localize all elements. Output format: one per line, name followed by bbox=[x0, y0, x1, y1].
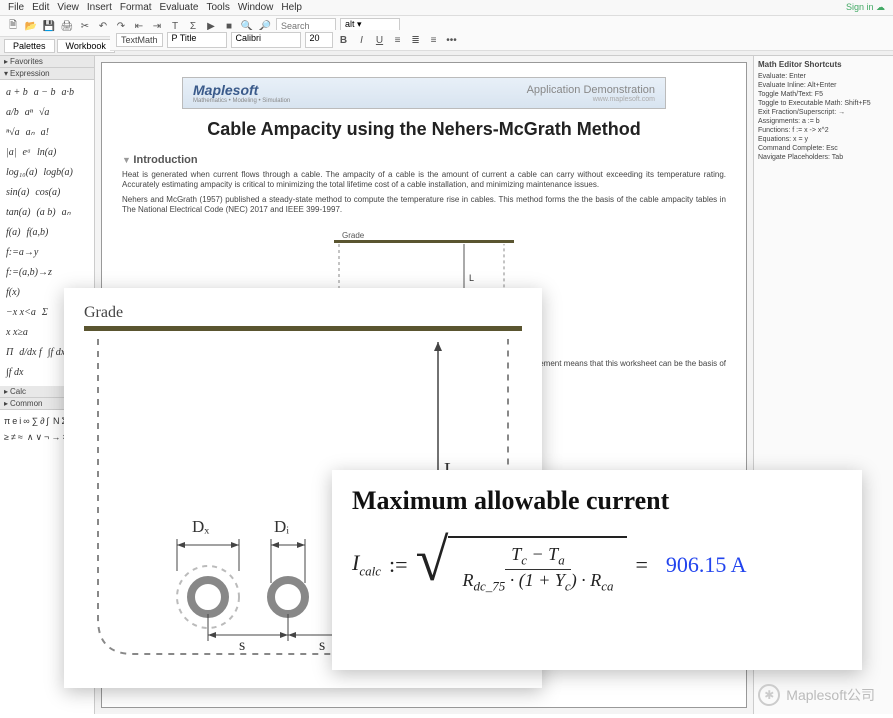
equation-title: Maximum allowable current bbox=[352, 486, 842, 516]
menu-view[interactable]: View bbox=[57, 2, 79, 13]
dim-s1-label: s bbox=[239, 637, 245, 655]
dim-Di-label: Dᵢ bbox=[274, 517, 289, 537]
new-icon[interactable]: 🗎 bbox=[6, 19, 20, 33]
pal-int1[interactable]: ∫f dx bbox=[48, 345, 65, 361]
pal-logb[interactable]: logb(a) bbox=[43, 165, 72, 181]
pal-pow[interactable]: aⁿ bbox=[25, 105, 33, 121]
shortcut-line: Toggle to Executable Math: Shift+F5 bbox=[758, 100, 889, 107]
menu-edit[interactable]: Edit bbox=[32, 2, 49, 13]
maplesoft-logo: MaplesoftMathematics • Modeling • Simula… bbox=[193, 82, 290, 104]
pal-exp[interactable]: eᵃ bbox=[23, 145, 31, 161]
pal-cos[interactable]: cos(a) bbox=[35, 185, 60, 201]
equation-body: Icalc := √ Tc − Ta Rdc_75 · (1 + Yc) · R… bbox=[352, 536, 842, 594]
paragraph-style[interactable]: P Title bbox=[167, 32, 227, 48]
menu-bar: File Edit View Insert Format Evaluate To… bbox=[0, 0, 893, 16]
pal-int2[interactable]: ∫f dx bbox=[6, 365, 23, 381]
palette-favorites-header[interactable]: ▸ Favorites bbox=[0, 56, 94, 68]
save-icon[interactable]: 💾 bbox=[42, 19, 56, 33]
bullets-icon[interactable]: ••• bbox=[445, 33, 459, 47]
pal-ln[interactable]: ln(a) bbox=[37, 145, 56, 161]
equation-zoom-panel: Maximum allowable current Icalc := √ Tc … bbox=[332, 470, 862, 670]
align-right-icon[interactable]: ≡ bbox=[427, 33, 441, 47]
pal-sin[interactable]: sin(a) bbox=[6, 185, 29, 201]
pal-nroot[interactable]: ⁿ√a bbox=[6, 125, 20, 141]
shortcut-line: Toggle Math/Text: F5 bbox=[758, 91, 889, 98]
pal-fa[interactable]: f(a) bbox=[6, 225, 20, 241]
font-select[interactable]: Calibri bbox=[231, 32, 301, 48]
menu-help[interactable]: Help bbox=[281, 2, 302, 13]
pal-piece1[interactable]: −x x<a bbox=[6, 305, 36, 321]
align-left-icon[interactable]: ≡ bbox=[391, 33, 405, 47]
align-center-icon[interactable]: ≣ bbox=[409, 33, 423, 47]
italic-icon[interactable]: I bbox=[355, 33, 369, 47]
application-banner: MaplesoftMathematics • Modeling • Simula… bbox=[182, 77, 666, 109]
menu-evaluate[interactable]: Evaluate bbox=[160, 2, 199, 13]
tab-palettes[interactable]: Palettes bbox=[4, 39, 55, 53]
menu-insert[interactable]: Insert bbox=[87, 2, 112, 13]
pal-prod[interactable]: Π bbox=[6, 345, 13, 361]
pal-fab[interactable]: f(a,b) bbox=[26, 225, 48, 241]
pal-piece2[interactable]: x x≥a bbox=[6, 325, 28, 341]
pal-fx[interactable]: f(x) bbox=[6, 285, 20, 301]
menu-format[interactable]: Format bbox=[120, 2, 152, 13]
pal-log10[interactable]: log₁₀(a) bbox=[6, 165, 37, 181]
shortcut-line: Evaluate: Enter bbox=[758, 73, 889, 80]
pal-sub[interactable]: a − b bbox=[34, 85, 56, 101]
underline-icon[interactable]: U bbox=[373, 33, 387, 47]
signin-link[interactable]: Sign in ☁ bbox=[846, 2, 885, 13]
shortcut-line: Equations: x = y bbox=[758, 136, 889, 143]
dim-Dx-label: Dₓ bbox=[192, 517, 209, 537]
shortcut-line: Navigate Placeholders: Tab bbox=[758, 154, 889, 161]
intro-paragraph-2: Nehers and McGrath (1957) published a st… bbox=[122, 195, 726, 216]
pal-fact[interactable]: a! bbox=[41, 125, 49, 141]
pal-tan[interactable]: tan(a) bbox=[6, 205, 30, 221]
pal-fdef2[interactable]: f:=(a,b)→z bbox=[6, 265, 52, 281]
shortcut-line: Functions: f := x -> x^2 bbox=[758, 127, 889, 134]
shortcuts-title: Math Editor Shortcuts bbox=[758, 60, 889, 69]
mode-toggle[interactable]: TextMath bbox=[116, 33, 163, 47]
pal-fdef1[interactable]: f:=a→y bbox=[6, 245, 38, 261]
tab-workbook[interactable]: Workbook bbox=[57, 39, 115, 53]
banner-title: Application Demonstration bbox=[527, 84, 655, 96]
watermark-text: Maplesoft公司 bbox=[786, 685, 875, 705]
pal-add[interactable]: a + b bbox=[6, 85, 28, 101]
document-title: Cable Ampacity using the Nehers-McGrath … bbox=[122, 119, 726, 140]
pal-deriv[interactable]: d/dx f bbox=[19, 345, 42, 361]
dim-s2-label: s bbox=[319, 637, 325, 655]
shortcut-line: Assignments: a := b bbox=[758, 118, 889, 125]
shortcut-line: Evaluate Inline: Alt+Enter bbox=[758, 82, 889, 89]
pal-abs[interactable]: |a| bbox=[6, 145, 17, 161]
grade-label: Grade bbox=[84, 304, 522, 322]
banner-url: www.maplesoft.com bbox=[527, 96, 655, 103]
watermark: ✱ Maplesoft公司 bbox=[758, 684, 875, 706]
pal-mul[interactable]: a·b bbox=[62, 85, 75, 101]
open-icon[interactable]: 📂 bbox=[24, 19, 38, 33]
shortcut-line: Exit Fraction/Superscript: → bbox=[758, 109, 889, 116]
bold-icon[interactable]: B bbox=[337, 33, 351, 47]
pal-binom[interactable]: (a b) bbox=[36, 205, 55, 221]
cut-icon[interactable]: ✂ bbox=[78, 19, 92, 33]
pal-an[interactable]: aₙ bbox=[62, 205, 71, 221]
wechat-icon: ✱ bbox=[758, 684, 780, 706]
pal-frac[interactable]: a/b bbox=[6, 105, 19, 121]
equation-result: 906.15 A bbox=[666, 552, 747, 578]
svg-text:Grade: Grade bbox=[342, 231, 365, 240]
menu-window[interactable]: Window bbox=[238, 2, 274, 13]
toolbar-format: TextMath P Title Calibri 20 B I U ≡ ≣ ≡ … bbox=[110, 30, 893, 51]
undo-icon[interactable]: ↶ bbox=[96, 19, 110, 33]
print-icon[interactable]: 🖨 bbox=[60, 19, 74, 33]
pal-sub-n[interactable]: aₙ bbox=[26, 125, 35, 141]
pal-sqrt[interactable]: √a bbox=[39, 105, 50, 121]
menu-file[interactable]: File bbox=[8, 2, 24, 13]
menu-tools[interactable]: Tools bbox=[206, 2, 229, 13]
ground-line bbox=[84, 326, 522, 331]
intro-paragraph-1: Heat is generated when current flows thr… bbox=[122, 170, 726, 191]
svg-text:L: L bbox=[469, 273, 474, 283]
pal-sum[interactable]: Σ bbox=[42, 305, 48, 321]
section-intro-header[interactable]: Introduction bbox=[122, 154, 726, 166]
palette-expression-header[interactable]: ▾ Expression bbox=[0, 68, 94, 80]
shortcut-line: Command Complete: Esc bbox=[758, 145, 889, 152]
font-size[interactable]: 20 bbox=[305, 32, 333, 48]
